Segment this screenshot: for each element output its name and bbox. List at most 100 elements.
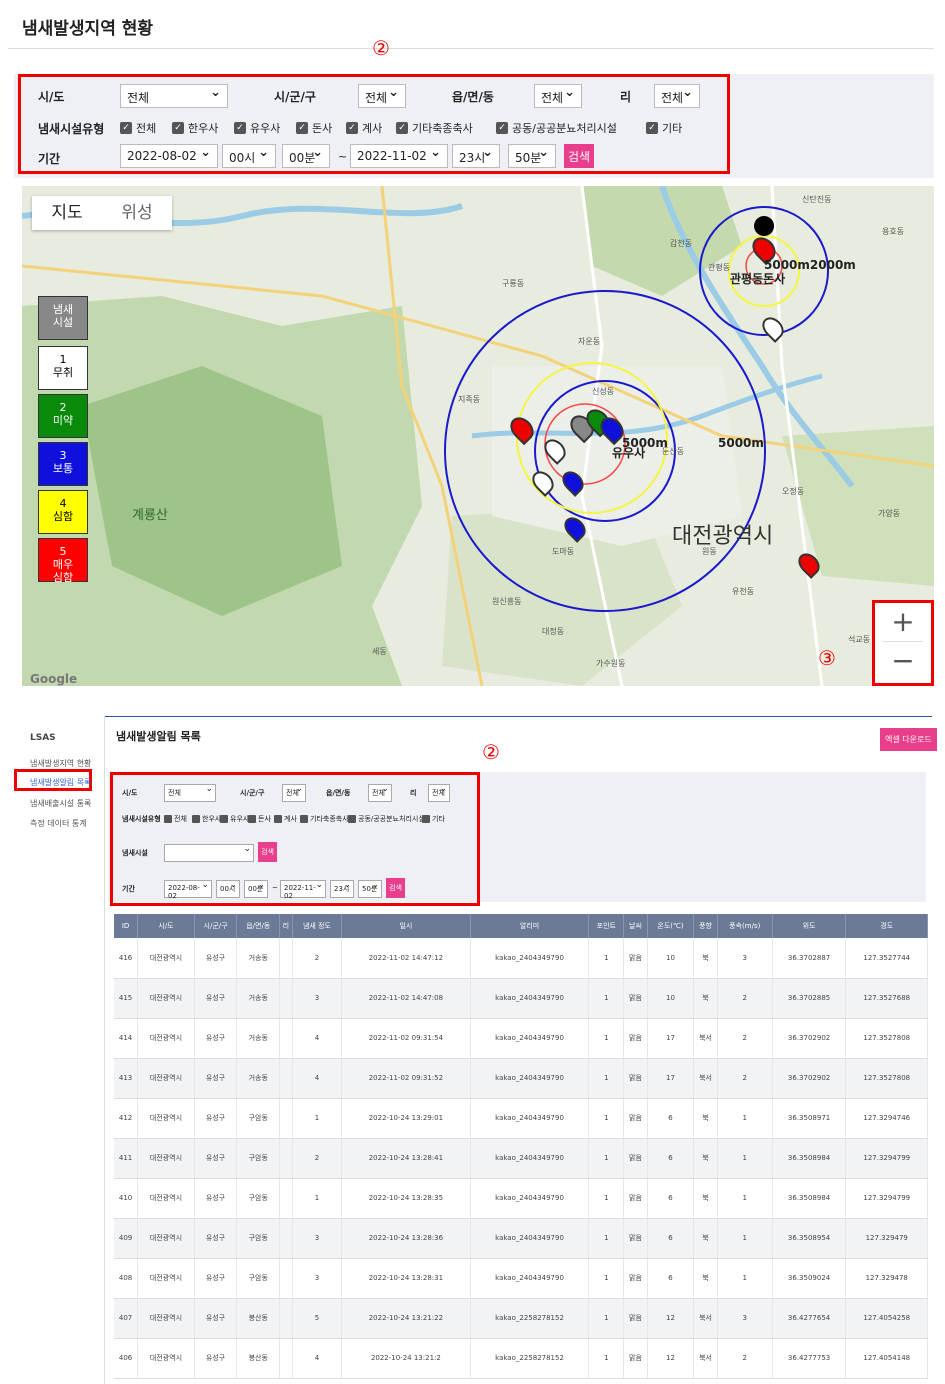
sigungu-select[interactable]: 전체: [358, 84, 406, 108]
table-cell: 127.329479: [845, 1218, 928, 1259]
type-checkbox-etc[interactable]: ✓ 기타: [646, 120, 682, 136]
table-cell: 412: [114, 1098, 139, 1139]
table-row[interactable]: 411 대전광역시 유성구 구암동 2 2022-10-24 13:28:41 kakao_…: [114, 1138, 928, 1179]
type-checkbox-all[interactable]: 전체: [164, 814, 187, 824]
map-type-toggle: 지도 위성: [32, 196, 172, 230]
table-cell: 6: [647, 1218, 695, 1259]
menu-item-map[interactable]: 냄새발생지역 현황: [30, 758, 91, 769]
emd-select[interactable]: 전체: [368, 784, 392, 802]
start-minute-select[interactable]: 00분: [244, 880, 268, 898]
tilde: ~: [272, 884, 278, 892]
type-checkbox-yuwoo[interactable]: ✓ 유우사: [234, 120, 280, 136]
sido-select[interactable]: 전체: [120, 84, 228, 108]
legend-item-5: 5 매우 심함: [38, 538, 88, 584]
type-checkbox-etc[interactable]: 기타: [422, 814, 445, 824]
start-hour-select[interactable]: 00시: [222, 144, 276, 168]
table-row[interactable]: 414 대전광역시 유성구 거송동 4 2022-11-02 09:31:54 kakao_…: [114, 1018, 928, 1059]
column-header: 시/도: [137, 914, 195, 938]
sidebar-divider: [104, 716, 105, 1384]
table-cell: 맑음: [623, 938, 648, 979]
type-checkbox-yuwoo[interactable]: 유우사: [220, 814, 249, 824]
menu-item-stats[interactable]: 측정 데이터 통계: [30, 818, 87, 829]
place-label: 세동: [372, 647, 387, 656]
table-cell: [279, 1178, 293, 1219]
zoom-out-button[interactable]: −: [875, 642, 931, 680]
start-date-input[interactable]: 2022-08-02: [164, 880, 212, 900]
table-cell: 대전광역시: [137, 938, 195, 979]
tab-map[interactable]: 지도: [32, 196, 102, 230]
type-checkbox-gyesa[interactable]: 계사: [274, 814, 297, 824]
type-checkbox-public[interactable]: 공동/공공분뇨처리시설: [348, 814, 425, 824]
table-cell: 1: [588, 978, 625, 1019]
end-minute-select[interactable]: 50분: [508, 144, 556, 168]
type-checkbox-other-livestock[interactable]: 기타축종축사: [300, 814, 349, 824]
end-date-input[interactable]: 2022-11-02: [350, 144, 448, 168]
table-row[interactable]: 406 대전광역시 유성구 봉산동 4 2022-10-24 13:21:2 kakao_2…: [114, 1338, 928, 1379]
table-cell: 17: [647, 1058, 695, 1099]
type-checkbox-donsa[interactable]: ✓ 돈사: [296, 120, 332, 136]
type-checkbox-public[interactable]: ✓ 공동/공공분뇨처리시설: [496, 120, 617, 136]
table-cell: 2022-11-02 09:31:52: [341, 1058, 471, 1099]
table-cell: 127.3527744: [845, 938, 928, 979]
table-cell: 36.3508954: [772, 1218, 847, 1259]
facility-select[interactable]: [164, 844, 254, 862]
table-cell: 봉산동: [236, 1298, 281, 1339]
table-cell: 4: [292, 1338, 343, 1379]
map-view[interactable]: 지도 위성 냄새 시설 1 무취 2 미약 3 보통 4 심함 5 매우 심함 대전광역시 계룡산 50…: [22, 186, 934, 686]
excel-download-button[interactable]: 엑셀 다운로드: [880, 728, 937, 751]
table-cell: [279, 1338, 293, 1379]
table-row[interactable]: 410 대전광역시 유성구 구암동 1 2022-10-24 13:28:35 kakao_…: [114, 1178, 928, 1219]
type-checkbox-hanwoo[interactable]: 한우사: [192, 814, 221, 824]
end-hour-select[interactable]: 23시: [452, 144, 500, 168]
table-row[interactable]: 412 대전광역시 유성구 구암동 1 2022-10-24 13:29:01 kakao_…: [114, 1098, 928, 1139]
table-cell: 409: [114, 1218, 139, 1259]
table-cell: 127.3527808: [845, 1058, 928, 1099]
table-cell: 대전광역시: [137, 978, 195, 1019]
table-cell: 410: [114, 1178, 139, 1219]
type-checkbox-gyesa[interactable]: ✓ 계사: [346, 120, 382, 136]
table-row[interactable]: 407 대전광역시 유성구 봉산동 5 2022-10-24 13:21:22 kakao_…: [114, 1298, 928, 1339]
start-date-input[interactable]: 2022-08-02: [120, 144, 218, 168]
table-cell: 3: [717, 938, 773, 979]
search-button[interactable]: 검색: [564, 144, 595, 168]
start-minute-select[interactable]: 00분: [282, 144, 330, 168]
table-cell: [279, 1258, 293, 1299]
table-cell: 414: [114, 1018, 139, 1059]
zoom-in-button[interactable]: +: [875, 603, 931, 641]
type-checkbox-donsa[interactable]: 돈사: [248, 814, 271, 824]
table-cell: kakao_2404349790: [470, 978, 590, 1019]
column-header: 리: [279, 914, 293, 938]
table-cell: 3: [292, 978, 343, 1019]
table-row[interactable]: 415 대전광역시 유성구 거송동 3 2022-11-02 14:47:08 kakao_…: [114, 978, 928, 1019]
tab-satellite[interactable]: 위성: [102, 196, 172, 230]
period-label: 기간: [38, 152, 61, 166]
sido-label: 시/도: [122, 789, 138, 797]
table-cell: 36.3508984: [772, 1178, 847, 1219]
type-checkbox-hanwoo[interactable]: ✓ 한우사: [172, 120, 218, 136]
search-button[interactable]: 검색: [386, 878, 405, 898]
table-row[interactable]: 413 대전광역시 유성구 거송동 4 2022-11-02 09:31:52 kakao_…: [114, 1058, 928, 1099]
end-hour-select[interactable]: 23시: [330, 880, 354, 898]
menu-item-facilities[interactable]: 냄새배출시설 통록: [30, 798, 91, 809]
type-checkbox-other-livestock[interactable]: ✓ 기타축종축사: [396, 120, 473, 136]
table-cell: 1: [292, 1098, 343, 1139]
table-row[interactable]: 416 대전광역시 유성구 거송동 2 2022-11-02 14:47:12 kakao_…: [114, 938, 928, 979]
table-cell: 3: [717, 1298, 773, 1339]
menu-item-alerts[interactable]: 냄새발생알림 목록: [30, 777, 91, 788]
table-row[interactable]: 409 대전광역시 유성구 구암동 3 2022-10-24 13:28:36 kakao_…: [114, 1218, 928, 1259]
table-row[interactable]: 408 대전광역시 유성구 구암동 3 2022-10-24 13:28:31 kakao_…: [114, 1258, 928, 1299]
emd-select[interactable]: 전체: [534, 84, 582, 108]
table-cell: 127.3294746: [845, 1098, 928, 1139]
facility-search-button[interactable]: 검색: [258, 842, 277, 862]
ri-select[interactable]: 전체: [654, 84, 700, 108]
end-minute-select[interactable]: 50분: [358, 880, 382, 898]
end-date-input[interactable]: 2022-11-02: [280, 880, 326, 900]
ri-select[interactable]: 전체: [428, 784, 450, 802]
sigungu-select[interactable]: 전체: [282, 784, 306, 802]
tilde: ~: [338, 150, 348, 163]
sido-select[interactable]: 전체: [164, 784, 216, 802]
start-hour-select[interactable]: 00시: [216, 880, 240, 898]
type-checkbox-all[interactable]: ✓ 전체: [120, 120, 156, 136]
table-cell: 유성구: [194, 938, 238, 979]
table-cell: 1: [588, 1178, 625, 1219]
